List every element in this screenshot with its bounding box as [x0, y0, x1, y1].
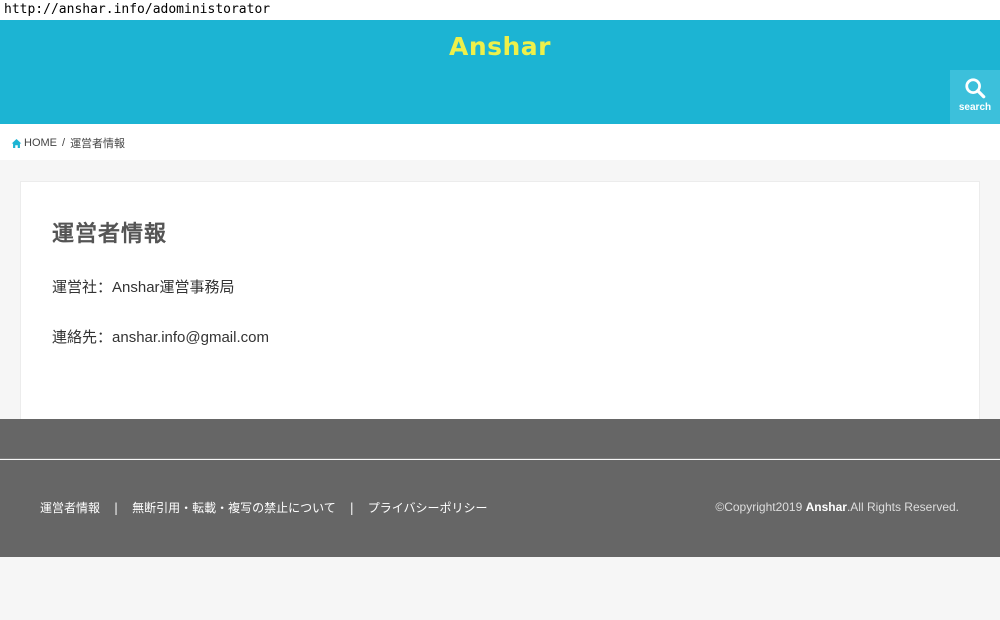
- copyright-suffix: .All Rights Reserved.: [846, 500, 959, 514]
- footer-nav: 運営者情報 | 無断引用・転載・複写の禁止について | プライバシーポリシー: [40, 499, 488, 516]
- copyright-prefix: ©Copyright2019: [715, 500, 806, 514]
- breadcrumb-home-link[interactable]: HOME: [24, 137, 57, 149]
- footer-link-copyright-policy[interactable]: 無断引用・転載・複写の禁止について: [132, 499, 336, 516]
- operator-label: 運営社：: [52, 279, 113, 296]
- operator-value: Anshar運営事務局: [112, 279, 235, 296]
- breadcrumb: HOME / 運営者情報: [11, 135, 125, 151]
- site-title[interactable]: Anshar: [0, 32, 1000, 61]
- search-label: search: [958, 102, 992, 113]
- address-url: http://anshar.info/adoministorator: [4, 2, 271, 17]
- home-icon: [11, 138, 22, 148]
- address-bar[interactable]: http://anshar.info/adoministorator: [0, 0, 1000, 20]
- site-header: Anshar search: [0, 20, 1000, 124]
- footer-link-operator-info[interactable]: 運営者情報: [40, 499, 100, 516]
- search-icon: [965, 78, 986, 99]
- footer-widget-area: [0, 419, 1000, 459]
- breadcrumb-separator: /: [62, 137, 66, 149]
- content-card: 運営者情報 運営社：Anshar運営事務局 連絡先：anshar.info@gm…: [20, 181, 980, 419]
- site-footer: 運営者情報 | 無断引用・転載・複写の禁止について | プライバシーポリシー ©…: [0, 460, 1000, 557]
- search-button[interactable]: search: [950, 70, 1000, 124]
- contact-line: 連絡先：anshar.info@gmail.com: [52, 326, 269, 347]
- contact-email: anshar.info@gmail.com: [112, 329, 269, 346]
- page-title: 運営者情報: [52, 222, 168, 247]
- copyright-text: ©Copyright2019 Anshar.All Rights Reserve…: [715, 500, 959, 514]
- breadcrumb-bar: HOME / 運営者情報: [0, 124, 1000, 160]
- copyright-brand-link[interactable]: Anshar: [806, 500, 847, 514]
- footer-link-privacy-policy[interactable]: プライバシーポリシー: [368, 499, 488, 516]
- operator-line: 運営社：Anshar運営事務局: [52, 276, 235, 297]
- footer-divider: |: [349, 500, 354, 515]
- breadcrumb-current: 運営者情報: [70, 138, 126, 150]
- contact-label: 連絡先：: [52, 329, 113, 346]
- footer-divider: |: [114, 500, 119, 515]
